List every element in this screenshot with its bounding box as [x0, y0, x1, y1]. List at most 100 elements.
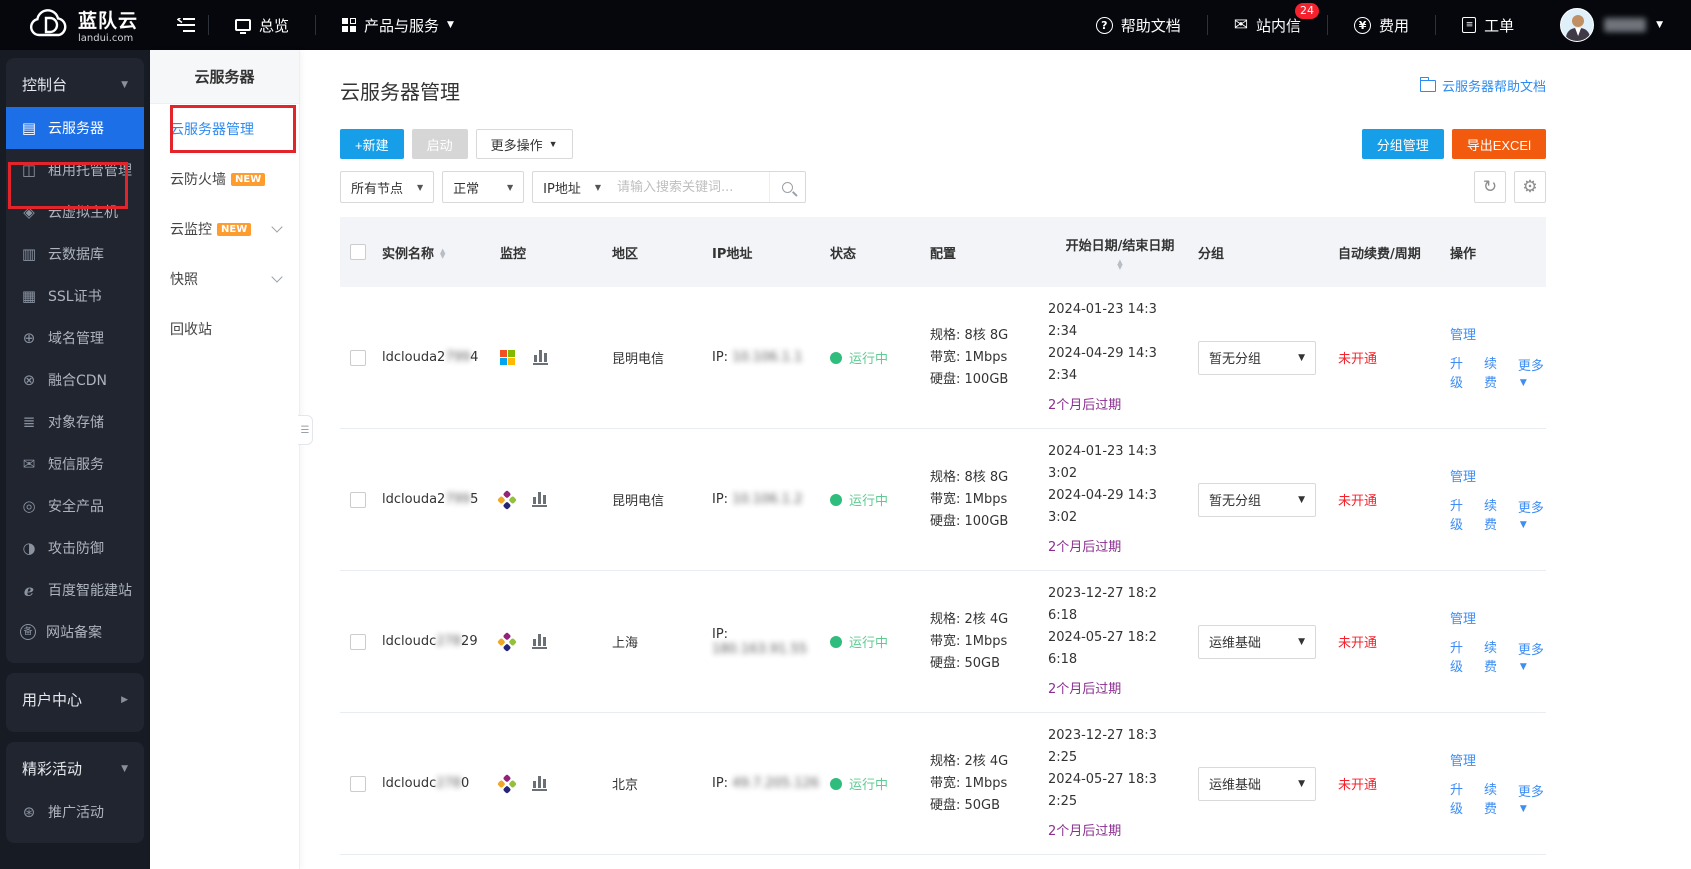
user-menu[interactable]: ▼: [1540, 8, 1691, 42]
expire-note: 2个月后过期: [1048, 681, 1122, 697]
col-group: 分组: [1198, 246, 1225, 262]
sidebar-item-sms[interactable]: ✉ 短信服务: [6, 443, 144, 485]
status-filter-select[interactable]: 正常 ▼: [442, 171, 525, 203]
create-button[interactable]: +新建: [340, 129, 404, 159]
more-link[interactable]: 更多▼: [1518, 355, 1550, 389]
group-manage-button[interactable]: 分组管理: [1361, 129, 1444, 159]
manage-link[interactable]: 管理: [1450, 754, 1476, 769]
sidebar-activities[interactable]: 精彩活动 ▼: [6, 746, 144, 791]
row-checkbox[interactable]: [350, 491, 366, 508]
manage-link[interactable]: 管理: [1450, 328, 1476, 343]
sidebar-item-baidu-site[interactable]: e 百度智能建站: [6, 569, 144, 611]
sidebar-user-center[interactable]: 用户中心 ▶: [6, 677, 144, 722]
export-excel-button[interactable]: 导出EXCEl: [1451, 129, 1546, 159]
group-select[interactable]: 运维基础 ▼: [1198, 624, 1316, 659]
table-row: ldclouda27995 昆明电信 IP: 10.106.1.2 运行中 规格: 8核…: [340, 429, 1546, 571]
submenu-item[interactable]: 云防火墙 NEW: [150, 154, 299, 204]
instance-name[interactable]: ldclouda27995: [382, 492, 478, 507]
select-all-checkbox[interactable]: [350, 244, 366, 260]
date-line: 2:34: [1048, 367, 1078, 383]
submenu-item[interactable]: 快照: [150, 254, 299, 304]
nav-tickets[interactable]: ≡ 工单: [1436, 0, 1540, 50]
row-checkbox[interactable]: [350, 633, 366, 650]
row-checkbox[interactable]: [350, 775, 366, 792]
cell-monitor: [497, 773, 612, 794]
manage-link[interactable]: 管理: [1450, 470, 1476, 485]
nav-fees[interactable]: ¥ 费用: [1328, 0, 1435, 50]
sidebar-item-cloud-server[interactable]: ▤ 云服务器: [6, 107, 144, 149]
nav-products-label: 产品与服务: [364, 16, 440, 35]
sidebar-item-promotion[interactable]: ⊛ 推广活动: [6, 791, 144, 833]
group-select[interactable]: 暂无分组 ▼: [1198, 482, 1316, 517]
instance-name[interactable]: ldcloudc2780: [382, 776, 469, 791]
upgrade-link[interactable]: 升级: [1450, 353, 1474, 391]
node-filter-select[interactable]: 所有节点 ▼: [340, 171, 435, 203]
server-help-doc-link[interactable]: 云服务器帮助文档: [1419, 76, 1546, 95]
primary-sidebar: 控制台 ▼ ▤ 云服务器 ◫ 租用托管管理 ◈ 云虚拟主机 ▥ 云数据库 ▦ SSL证书 ⊕ 域名管理…: [0, 50, 150, 869]
sort-icon[interactable]: ▲ ▼: [1117, 258, 1122, 270]
upgrade-link[interactable]: 升级: [1450, 495, 1474, 533]
sidebar-item-object-storage[interactable]: ≣ 对象存储: [6, 401, 144, 443]
group-select[interactable]: 运维基础 ▼: [1198, 766, 1316, 801]
monitor-chart-icon[interactable]: [532, 492, 547, 507]
renew-link[interactable]: 续费: [1484, 495, 1508, 533]
nav-messages[interactable]: ✉ 站内信 24: [1208, 0, 1327, 50]
panel-collapse-handle[interactable]: ☰: [298, 415, 313, 445]
chevron-right-icon: ▶: [121, 694, 128, 705]
brand-subtitle: landui.com: [78, 33, 134, 44]
renew-link[interactable]: 续费: [1484, 637, 1508, 675]
col-instance-name[interactable]: 实例名称 ▲ ▼: [382, 243, 500, 262]
sidebar-item-domain[interactable]: ⊕ 域名管理: [6, 317, 144, 359]
config-line: 规格: 2核 4G: [930, 753, 1009, 769]
brand-logo[interactable]: 蓝队云 landui.com: [0, 6, 164, 44]
nav-products[interactable]: 产品与服务 ▼: [316, 0, 480, 50]
search-button[interactable]: [769, 172, 805, 202]
start-button[interactable]: 启动: [411, 129, 468, 159]
instance-name[interactable]: ldcloudc27829: [382, 634, 478, 649]
more-link[interactable]: 更多▼: [1518, 639, 1550, 673]
sidebar-item-ssl-cert[interactable]: ▦ SSL证书: [6, 275, 144, 317]
submenu-item[interactable]: 云服务器管理: [150, 104, 299, 154]
sidebar-console-header[interactable]: 控制台 ▼: [6, 62, 144, 107]
sort-icon[interactable]: ▲ ▼: [440, 248, 445, 260]
upgrade-link[interactable]: 升级: [1450, 779, 1474, 817]
baidu-site-icon: e: [23, 580, 35, 600]
date-line: 2023-12-27 18:3: [1048, 727, 1157, 743]
monitor-chart-icon[interactable]: [532, 634, 547, 649]
instance-name[interactable]: ldclouda27994: [382, 350, 478, 365]
sidebar-item-cloud-database[interactable]: ▥ 云数据库: [6, 233, 144, 275]
more-link[interactable]: 更多▼: [1518, 497, 1550, 531]
more-link[interactable]: 更多▼: [1518, 781, 1550, 815]
sidebar-item-security-product[interactable]: ◎ 安全产品: [6, 485, 144, 527]
upgrade-link[interactable]: 升级: [1450, 637, 1474, 675]
renew-link[interactable]: 续费: [1484, 779, 1508, 817]
redacted-text: 799: [445, 350, 471, 365]
nav-overview[interactable]: 总览: [209, 0, 315, 50]
renew-link[interactable]: 续费: [1484, 353, 1508, 391]
search-type-select[interactable]: IP地址 ▼: [533, 172, 612, 202]
date-line: 2024-05-27 18:2: [1048, 629, 1157, 645]
col-status: 状态: [830, 246, 857, 262]
status-running-dot: [830, 636, 842, 648]
sidebar-collapse-icon[interactable]: [164, 18, 208, 32]
sidebar-item-cdn[interactable]: ⊗ 融合CDN: [6, 359, 144, 401]
monitor-chart-icon[interactable]: [533, 350, 548, 365]
sidebar-item-attack-defense[interactable]: ◑ 攻击防御: [6, 527, 144, 569]
submenu-item[interactable]: 云监控 NEW: [150, 204, 299, 254]
submenu-item[interactable]: 回收站: [150, 304, 299, 354]
refresh-button[interactable]: ↻: [1474, 171, 1506, 203]
sidebar-item-rental-hosting[interactable]: ◫ 租用托管管理: [6, 149, 144, 191]
group-select[interactable]: 暂无分组 ▼: [1198, 340, 1316, 375]
monitor-chart-icon[interactable]: [532, 776, 547, 791]
sidebar-item-virtual-host[interactable]: ◈ 云虚拟主机: [6, 191, 144, 233]
table-settings-button[interactable]: ⚙: [1514, 171, 1546, 203]
nav-help-docs[interactable]: ? 帮助文档: [1070, 0, 1207, 50]
row-checkbox[interactable]: [350, 349, 366, 366]
search-input[interactable]: [611, 179, 770, 195]
sidebar-item-icp-filing[interactable]: 备网站备案: [6, 611, 144, 653]
col-dates[interactable]: 开始日期/结束日期 ▲ ▼: [1048, 235, 1198, 271]
help-link-label: 云服务器帮助文档: [1441, 80, 1546, 95]
more-actions-button[interactable]: 更多操作 ▼: [475, 129, 573, 159]
sidebar-item-label: 租用托管管理: [48, 163, 132, 179]
manage-link[interactable]: 管理: [1450, 612, 1476, 627]
